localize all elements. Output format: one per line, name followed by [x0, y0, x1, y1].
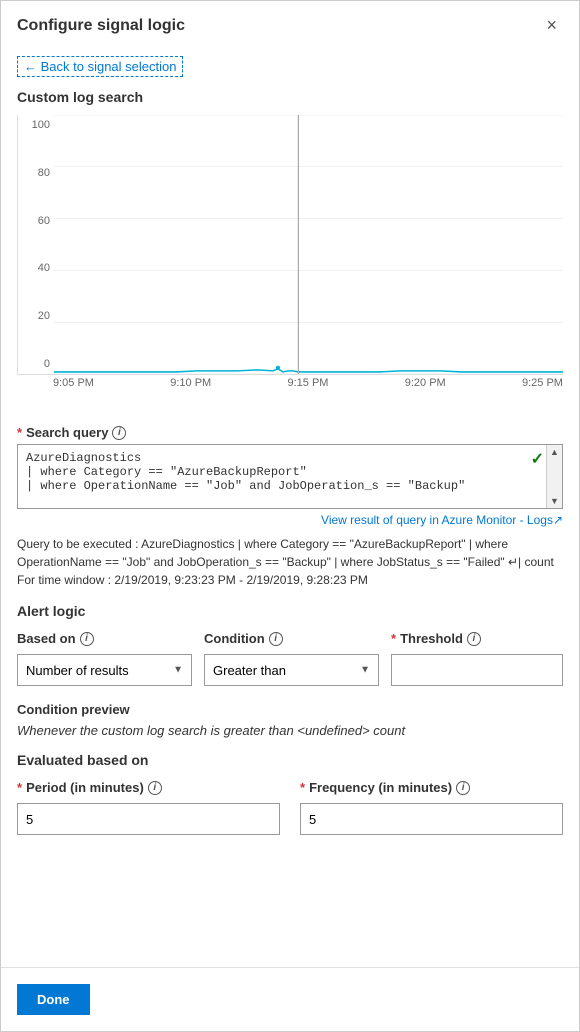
x-label-925: 9:25 PM — [522, 377, 563, 389]
scrollbar[interactable]: ▲ ▼ — [546, 445, 562, 508]
y-label-60: 60 — [18, 215, 54, 227]
chart-inner — [54, 115, 563, 374]
y-label-0: 0 — [18, 358, 54, 370]
alert-logic-row: Based on i Number of results Metric meas… — [17, 631, 563, 686]
alert-logic-section: Alert logic Based on i Number of results… — [17, 603, 563, 686]
evaluated-row: * Period (in minutes) i * Frequency (in … — [17, 780, 563, 835]
threshold-group: * Threshold i — [391, 631, 563, 686]
condition-group: Condition i Greater than Less than Equal… — [204, 631, 379, 686]
query-info-text: Query to be executed : AzureDiagnostics … — [17, 535, 563, 589]
alert-logic-title: Alert logic — [17, 603, 563, 619]
condition-label: Condition i — [204, 631, 379, 646]
condition-preview-title: Condition preview — [17, 702, 563, 717]
search-query-label-text: Search query — [26, 425, 108, 440]
done-button[interactable]: Done — [17, 984, 90, 1015]
chart-area: 0 20 40 60 80 100 — [17, 115, 563, 375]
based-on-group: Based on i Number of results Metric meas… — [17, 631, 192, 686]
evaluated-section: Evaluated based on * Period (in minutes)… — [17, 752, 563, 835]
threshold-label: * Threshold i — [391, 631, 563, 646]
vertical-line — [298, 115, 299, 374]
based-on-select[interactable]: Number of results Metric measurement — [18, 655, 191, 685]
x-label-920: 9:20 PM — [405, 377, 446, 389]
frequency-info-icon[interactable]: i — [456, 781, 470, 795]
condition-dropdown-wrapper[interactable]: Greater than Less than Equal to ▼ — [204, 654, 379, 686]
search-query-section: * Search query i AzureDiagnostics | wher… — [17, 425, 563, 527]
modal-container: Configure signal logic × ← Back to signa… — [0, 0, 580, 1032]
threshold-info-icon[interactable]: i — [467, 632, 481, 646]
view-result-link[interactable]: View result of query in Azure Monitor - … — [17, 513, 563, 527]
custom-log-section-title: Custom log search — [17, 89, 563, 105]
y-axis-labels: 0 20 40 60 80 100 — [18, 115, 54, 374]
x-axis-labels: 9:05 PM 9:10 PM 9:15 PM 9:20 PM 9:25 PM — [17, 377, 563, 389]
x-label-910: 9:10 PM — [170, 377, 211, 389]
close-button[interactable]: × — [540, 13, 563, 38]
search-query-label: * Search query i — [17, 425, 563, 440]
query-textarea-wrapper: AzureDiagnostics | where Category == "Az… — [17, 444, 563, 509]
modal-header: Configure signal logic × — [1, 1, 579, 48]
period-label-text: Period (in minutes) — [26, 780, 144, 795]
required-star-threshold: * — [391, 631, 396, 646]
modal-title: Configure signal logic — [17, 17, 185, 35]
threshold-input[interactable] — [391, 654, 563, 686]
condition-label-text: Condition — [204, 631, 265, 646]
x-label-905: 9:05 PM — [53, 377, 94, 389]
based-on-dropdown-wrapper[interactable]: Number of results Metric measurement ▼ — [17, 654, 192, 686]
period-label: * Period (in minutes) i — [17, 780, 280, 795]
required-star-query: * — [17, 425, 22, 440]
chart-container: 0 20 40 60 80 100 — [17, 115, 563, 415]
chart-svg — [54, 115, 563, 374]
period-input[interactable] — [17, 803, 280, 835]
required-star-period: * — [17, 780, 22, 795]
checkmark-icon: ✓ — [531, 449, 544, 469]
scroll-up-arrow[interactable]: ▲ — [550, 447, 559, 457]
back-link[interactable]: ← Back to signal selection — [17, 56, 183, 77]
condition-preview-section: Condition preview Whenever the custom lo… — [17, 698, 563, 738]
condition-preview-text: Whenever the custom log search is greate… — [17, 723, 563, 738]
frequency-label-text: Frequency (in minutes) — [309, 780, 452, 795]
modal-footer: Done — [1, 967, 579, 1031]
required-star-frequency: * — [300, 780, 305, 795]
y-label-40: 40 — [18, 262, 54, 274]
modal-body: ← Back to signal selection Custom log se… — [1, 48, 579, 967]
period-info-icon[interactable]: i — [148, 781, 162, 795]
threshold-label-text: Threshold — [400, 631, 463, 646]
time-window-text: For time window : 2/19/2019, 9:23:23 PM … — [17, 573, 368, 587]
frequency-label: * Frequency (in minutes) i — [300, 780, 563, 795]
query-executed-text: Query to be executed : AzureDiagnostics … — [17, 537, 554, 569]
frequency-field: * Frequency (in minutes) i — [300, 780, 563, 835]
y-label-80: 80 — [18, 167, 54, 179]
search-query-info-icon[interactable]: i — [112, 426, 126, 440]
condition-select[interactable]: Greater than Less than Equal to — [205, 655, 378, 685]
based-on-label: Based on i — [17, 631, 192, 646]
x-label-915: 9:15 PM — [288, 377, 329, 389]
based-on-info-icon[interactable]: i — [80, 632, 94, 646]
search-query-input[interactable]: AzureDiagnostics | where Category == "Az… — [18, 445, 542, 505]
frequency-input[interactable] — [300, 803, 563, 835]
scroll-down-arrow[interactable]: ▼ — [550, 496, 559, 506]
y-label-100: 100 — [18, 119, 54, 131]
based-on-label-text: Based on — [17, 631, 76, 646]
condition-info-icon[interactable]: i — [269, 632, 283, 646]
y-label-20: 20 — [18, 310, 54, 322]
evaluated-title: Evaluated based on — [17, 752, 563, 768]
period-field: * Period (in minutes) i — [17, 780, 280, 835]
